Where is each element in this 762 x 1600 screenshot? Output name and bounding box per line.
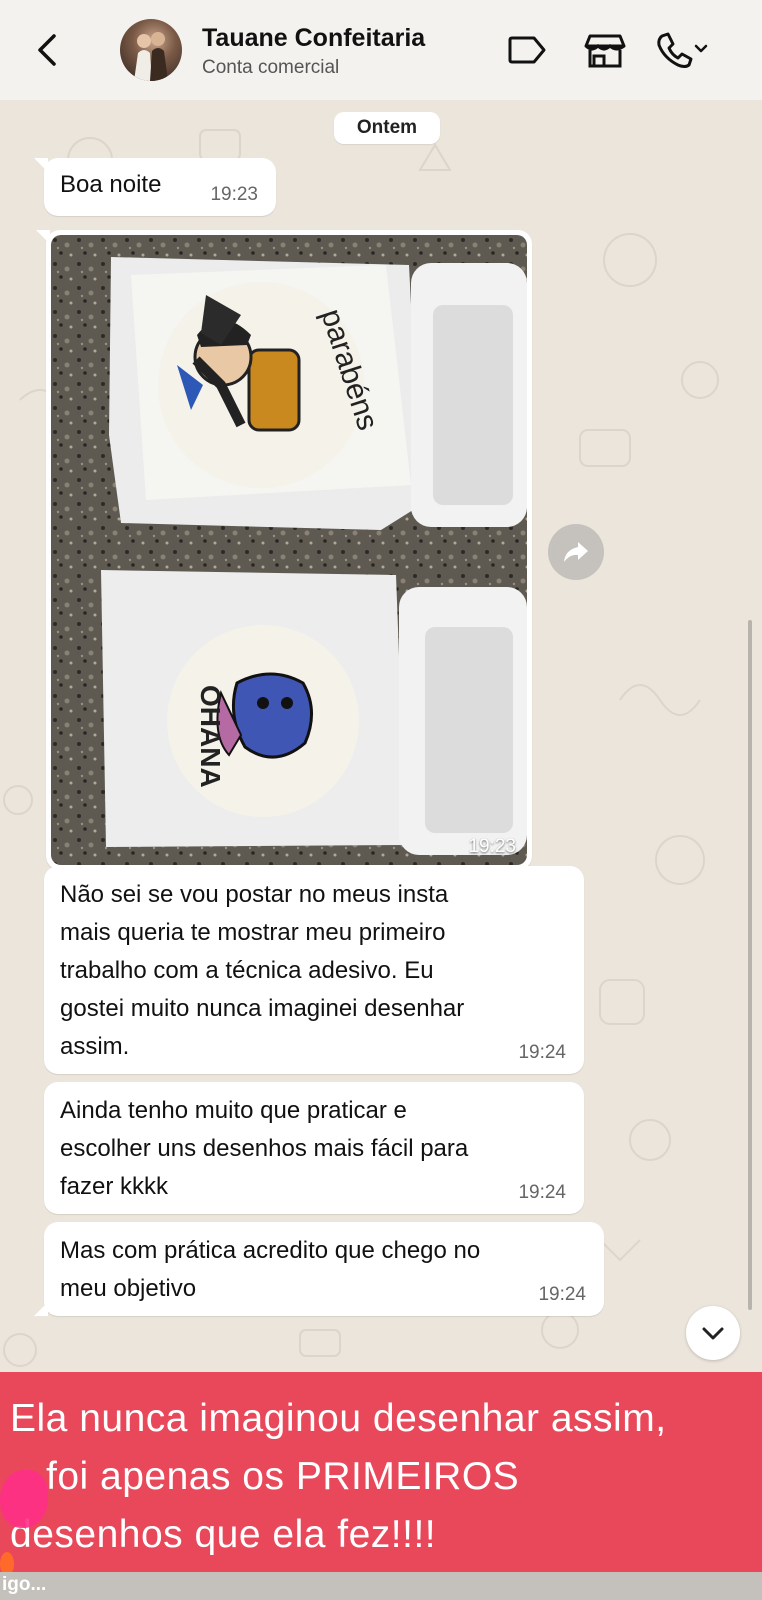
forward-share-icon xyxy=(564,542,588,562)
cake-photo-image: parabéns OHANA xyxy=(51,235,527,865)
bottom-strip-text: igo... xyxy=(2,1574,47,1595)
caption-line: Ela nunca imaginou desenhar assim, xyxy=(10,1397,667,1440)
message-line: assim. xyxy=(60,1033,130,1060)
scrollbar[interactable] xyxy=(748,620,752,1310)
storefront-icon xyxy=(584,34,626,68)
avatar-photo xyxy=(134,32,168,81)
message-line: meu objetivo xyxy=(60,1275,197,1302)
label-button[interactable] xyxy=(506,30,550,70)
message-text: Mas com prática acredito que chego no me… xyxy=(60,1232,480,1308)
message-bubble[interactable]: Boa noite 19:23 xyxy=(44,158,276,216)
message-time: 19:23 xyxy=(468,836,516,857)
contact-subtitle: Conta comercial xyxy=(202,57,340,78)
sticker-blob xyxy=(0,1470,48,1528)
cake-photo[interactable]: parabéns OHANA xyxy=(51,235,527,865)
back-arrow-icon xyxy=(38,34,56,66)
forward-button[interactable] xyxy=(548,524,604,580)
message-bubble[interactable]: Ainda tenho muito que praticar e escolhe… xyxy=(44,1082,584,1214)
message-text: Boa noite xyxy=(60,171,162,198)
call-button[interactable] xyxy=(654,30,710,70)
message-bubble[interactable]: Não sei se vou postar no meus insta mais… xyxy=(44,866,584,1074)
message-time: 19:23 xyxy=(210,184,258,205)
message-line: Mas com prática acredito que chego no xyxy=(60,1237,481,1264)
phone-call-icon xyxy=(657,32,708,68)
message-bubble[interactable]: Mas com prática acredito que chego no me… xyxy=(44,1222,604,1316)
label-tag-icon xyxy=(508,36,546,64)
contact-name[interactable]: Tauane Confeitaria xyxy=(202,24,425,53)
message-line: gostei muito nunca imaginei desenhar xyxy=(60,995,465,1022)
back-button[interactable] xyxy=(30,28,66,72)
caption-line: foi apenas os PRIMEIROS xyxy=(46,1455,520,1498)
chevron-down-icon xyxy=(702,1327,724,1340)
chat-header: Tauane Confeitaria Conta comercial xyxy=(0,0,762,100)
caption-text: Ela nunca imaginou desenhar assim, foi a… xyxy=(10,1390,760,1564)
chat-area[interactable]: Ontem Boa noite 19:23 parabéns OHANA 19:… xyxy=(0,100,762,1372)
catalog-button[interactable] xyxy=(584,30,628,70)
bottom-strip: igo... xyxy=(0,1572,762,1600)
bubble-tail xyxy=(34,1302,48,1316)
bubble-tail xyxy=(34,158,48,172)
message-line: fazer kkkk xyxy=(60,1173,169,1200)
image-message[interactable]: parabéns OHANA 19:23 xyxy=(46,230,532,870)
message-line: mais queria te mostrar meu primeiro xyxy=(60,919,446,946)
chevron-down-icon xyxy=(694,44,708,53)
caption-line: desenhos que ela fez!!!! xyxy=(10,1513,437,1556)
date-separator: Ontem xyxy=(334,112,440,144)
message-time: 19:24 xyxy=(518,1182,566,1203)
avatar[interactable] xyxy=(120,19,182,81)
message-line: trabalho com a técnica adesivo. Eu xyxy=(60,957,434,984)
message-line: Não sei se vou postar no meus insta xyxy=(60,881,449,908)
message-line: escolher uns desenhos mais fácil para xyxy=(60,1135,469,1162)
bubble-tail xyxy=(36,230,50,244)
story-caption: Ela nunca imaginou desenhar assim, foi a… xyxy=(0,1372,762,1576)
cake-text-ohana: OHANA xyxy=(195,685,226,788)
message-line: Ainda tenho muito que praticar e xyxy=(60,1097,407,1124)
message-time: 19:24 xyxy=(518,1042,566,1063)
message-text: Ainda tenho muito que praticar e escolhe… xyxy=(60,1092,468,1206)
scroll-down-button[interactable] xyxy=(686,1306,740,1360)
message-time: 19:24 xyxy=(538,1284,586,1305)
message-text: Não sei se vou postar no meus insta mais… xyxy=(60,876,464,1066)
